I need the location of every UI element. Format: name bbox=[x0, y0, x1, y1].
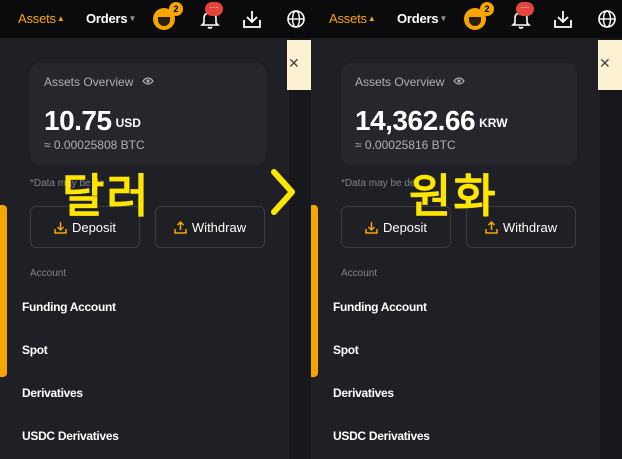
caret-up-icon: ▲ bbox=[367, 14, 376, 23]
btc-equivalent: ≈ 0.00025816 BTC bbox=[355, 138, 456, 152]
nav-assets-label: Assets bbox=[18, 11, 56, 26]
globe-icon[interactable] bbox=[285, 9, 307, 29]
eye-icon[interactable] bbox=[453, 76, 465, 86]
balance-currency: USD bbox=[115, 116, 141, 130]
overlay-label-dollar: 달러 bbox=[62, 169, 151, 223]
overlay-label-won: 원화 bbox=[409, 169, 498, 223]
accent-strip bbox=[0, 205, 7, 377]
card-title: Assets Overview bbox=[355, 75, 445, 89]
bell-badge: ··· bbox=[516, 2, 534, 16]
notification-count-badge: 2 bbox=[169, 2, 183, 16]
withdraw-icon bbox=[174, 220, 187, 234]
nav-orders[interactable]: Orders▼ bbox=[397, 11, 447, 26]
balance-value: 10.75 bbox=[44, 105, 112, 136]
withdraw-button[interactable]: Withdraw bbox=[155, 206, 265, 248]
nav-assets-label: Assets bbox=[329, 11, 367, 26]
download-icon[interactable] bbox=[552, 9, 574, 29]
assets-overview-card: Assets Overview 10.75 USD ≈ 0.00025808 BT… bbox=[30, 63, 266, 165]
close-icon[interactable]: ✕ bbox=[288, 55, 300, 72]
panel-krw: Assets▲ Orders▼ 2 ··· ✕ Assets Overview … bbox=[311, 0, 622, 459]
btc-equivalent: ≈ 0.00025808 BTC bbox=[44, 138, 145, 152]
section-label-account: Account bbox=[30, 268, 67, 279]
card-title: Assets Overview bbox=[44, 75, 134, 89]
account-item-funding[interactable]: Funding Account bbox=[22, 300, 116, 314]
section-label-account: Account bbox=[341, 268, 378, 279]
account-item-usdc-derivatives[interactable]: USDC Derivatives bbox=[333, 429, 430, 443]
close-icon[interactable]: ✕ bbox=[599, 55, 611, 72]
total-balance: 14,362.66 KRW bbox=[355, 105, 508, 137]
data-delay-note: *Data may be de bbox=[341, 178, 416, 189]
account-item-usdc-derivatives[interactable]: USDC Derivatives bbox=[22, 429, 119, 443]
accent-strip bbox=[311, 205, 318, 377]
account-item-derivatives[interactable]: Derivatives bbox=[22, 386, 83, 400]
deposit-icon bbox=[365, 221, 378, 234]
balance-value: 14,362.66 bbox=[355, 105, 476, 136]
assets-overview-card: Assets Overview 14,362.66 KRW ≈ 0.0002581… bbox=[341, 63, 577, 165]
withdraw-label: Withdraw bbox=[502, 219, 558, 235]
nav-assets[interactable]: Assets▲ bbox=[18, 11, 65, 26]
top-bar: Assets▲ Orders▼ 2 ··· bbox=[311, 0, 622, 38]
panel-usd: Assets▲ Orders▼ 2 ··· ✕ Assets Overview … bbox=[0, 0, 311, 459]
account-item-spot[interactable]: Spot bbox=[333, 343, 359, 357]
nav-orders[interactable]: Orders▼ bbox=[86, 11, 136, 26]
total-balance: 10.75 USD bbox=[44, 105, 141, 137]
chevron-right-icon bbox=[271, 169, 295, 215]
caret-up-icon: ▲ bbox=[56, 14, 65, 23]
download-icon[interactable] bbox=[241, 9, 263, 29]
balance-currency: KRW bbox=[479, 116, 508, 130]
account-item-spot[interactable]: Spot bbox=[22, 343, 48, 357]
withdraw-label: Withdraw bbox=[191, 219, 247, 235]
account-item-derivatives[interactable]: Derivatives bbox=[333, 386, 394, 400]
nav-assets[interactable]: Assets▲ bbox=[329, 11, 376, 26]
account-item-funding[interactable]: Funding Account bbox=[333, 300, 427, 314]
bell-badge: ··· bbox=[205, 2, 223, 16]
top-bar: Assets▲ Orders▼ 2 ··· bbox=[0, 0, 311, 38]
globe-icon[interactable] bbox=[596, 9, 618, 29]
nav-orders-label: Orders bbox=[397, 11, 439, 26]
caret-down-icon: ▼ bbox=[128, 14, 137, 23]
eye-icon[interactable] bbox=[142, 76, 154, 86]
caret-down-icon: ▼ bbox=[439, 14, 448, 23]
nav-orders-label: Orders bbox=[86, 11, 128, 26]
notification-count-badge: 2 bbox=[480, 2, 494, 16]
